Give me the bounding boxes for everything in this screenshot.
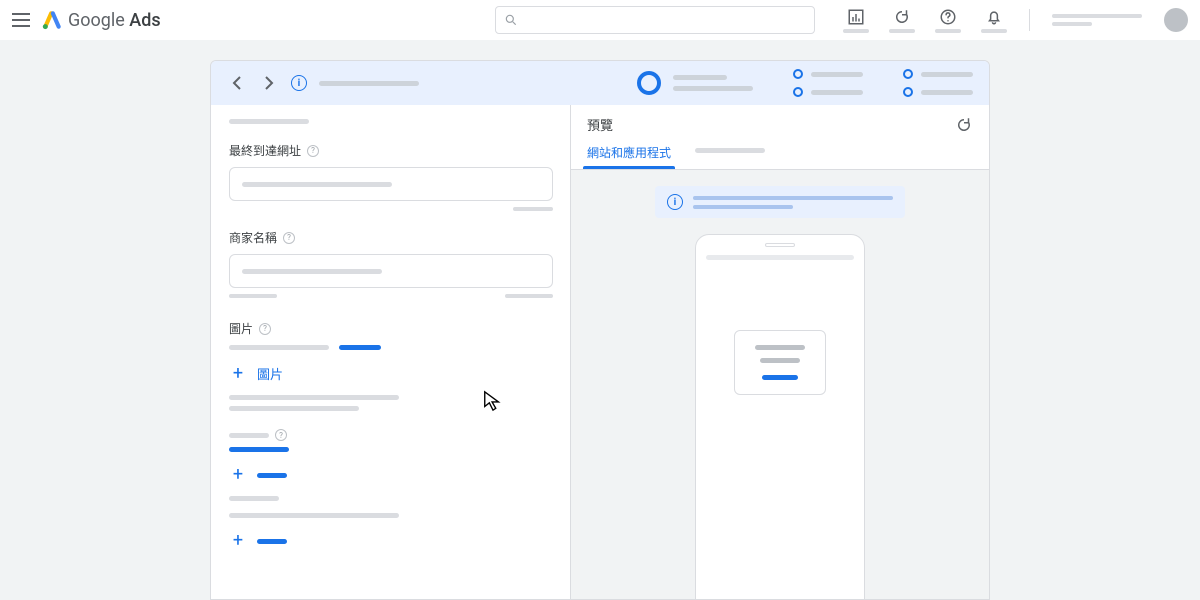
back-button[interactable] xyxy=(227,73,247,93)
preview-title: 預覽 xyxy=(587,115,613,134)
notifications-button[interactable] xyxy=(981,8,1007,33)
preview-column: 預覽 網站和應用程式 i xyxy=(571,105,989,599)
info-icon[interactable]: i xyxy=(291,75,307,91)
step-ring-icon xyxy=(637,71,661,95)
hint-text xyxy=(229,496,552,501)
info-icon: i xyxy=(667,194,683,210)
ad-card-preview xyxy=(734,330,826,395)
hint-left xyxy=(229,294,277,298)
preview-area: i xyxy=(571,170,989,599)
hint-text xyxy=(229,513,552,518)
refresh-preview-button[interactable] xyxy=(955,116,973,134)
help-icon[interactable]: ? xyxy=(275,429,287,441)
help-icon[interactable]: ? xyxy=(307,145,319,157)
help-button[interactable] xyxy=(935,8,961,33)
final-url-label: 最終到達網址 ? xyxy=(229,142,552,159)
plus-icon: + xyxy=(229,365,247,383)
help-icon[interactable]: ? xyxy=(259,323,271,335)
stepper-header: i xyxy=(211,61,989,105)
search-icon xyxy=(504,13,518,27)
help-icon[interactable]: ? xyxy=(283,232,295,244)
phone-mock xyxy=(695,234,865,599)
add-item-button-2[interactable]: + xyxy=(229,532,552,550)
product-name: Google Ads xyxy=(68,10,161,31)
avatar[interactable] xyxy=(1164,8,1188,32)
app-bar: Google Ads xyxy=(0,0,1200,40)
editor-panel: i xyxy=(210,60,990,600)
step-current[interactable] xyxy=(637,71,753,95)
phone-speaker-icon xyxy=(765,243,795,247)
chevron-right-icon xyxy=(264,76,274,90)
step-group-3[interactable] xyxy=(903,69,973,97)
refresh-icon xyxy=(893,8,911,26)
chevron-left-icon xyxy=(232,76,242,90)
active-subtab[interactable] xyxy=(229,447,289,452)
account-switcher[interactable] xyxy=(1052,14,1142,26)
phone-url-bar xyxy=(706,255,854,260)
workspace: i xyxy=(0,40,1200,600)
char-counter xyxy=(513,207,553,211)
form-column: 最終到達網址 ? 商家名稱 ? 圖片 ? xyxy=(211,105,571,599)
header-tools xyxy=(843,8,1007,33)
add-item-button-1[interactable]: + xyxy=(229,466,552,484)
final-url-input[interactable] xyxy=(229,167,553,201)
section-heading xyxy=(229,119,309,124)
breadcrumb xyxy=(319,81,419,86)
help-icon xyxy=(939,8,957,26)
search-input[interactable] xyxy=(495,6,815,34)
plus-icon: + xyxy=(229,532,247,550)
step-group-2[interactable] xyxy=(793,69,863,97)
business-name-label: 商家名稱 ? xyxy=(229,229,552,246)
preview-tabs: 網站和應用程式 xyxy=(571,144,989,169)
reports-button[interactable] xyxy=(843,8,869,33)
preview-tab-web-app[interactable]: 網站和應用程式 xyxy=(587,144,671,169)
bar-chart-icon xyxy=(847,8,865,26)
product-logo[interactable]: Google Ads xyxy=(42,10,161,31)
google-ads-logo-icon xyxy=(42,10,62,30)
images-tabs[interactable] xyxy=(229,345,552,350)
divider xyxy=(1029,9,1030,31)
char-counter xyxy=(505,294,553,298)
preview-tab-other[interactable] xyxy=(695,148,765,169)
hint-text xyxy=(229,395,552,411)
business-name-input[interactable] xyxy=(229,254,553,288)
images-label: 圖片 ? xyxy=(229,320,552,337)
section-label: ? xyxy=(229,429,552,441)
bell-icon xyxy=(985,8,1003,26)
plus-icon: + xyxy=(229,466,247,484)
menu-icon[interactable] xyxy=(12,13,30,27)
info-banner: i xyxy=(655,186,905,218)
forward-button[interactable] xyxy=(259,73,279,93)
add-images-button[interactable]: + 圖片 xyxy=(229,364,552,383)
refresh-button[interactable] xyxy=(889,8,915,33)
